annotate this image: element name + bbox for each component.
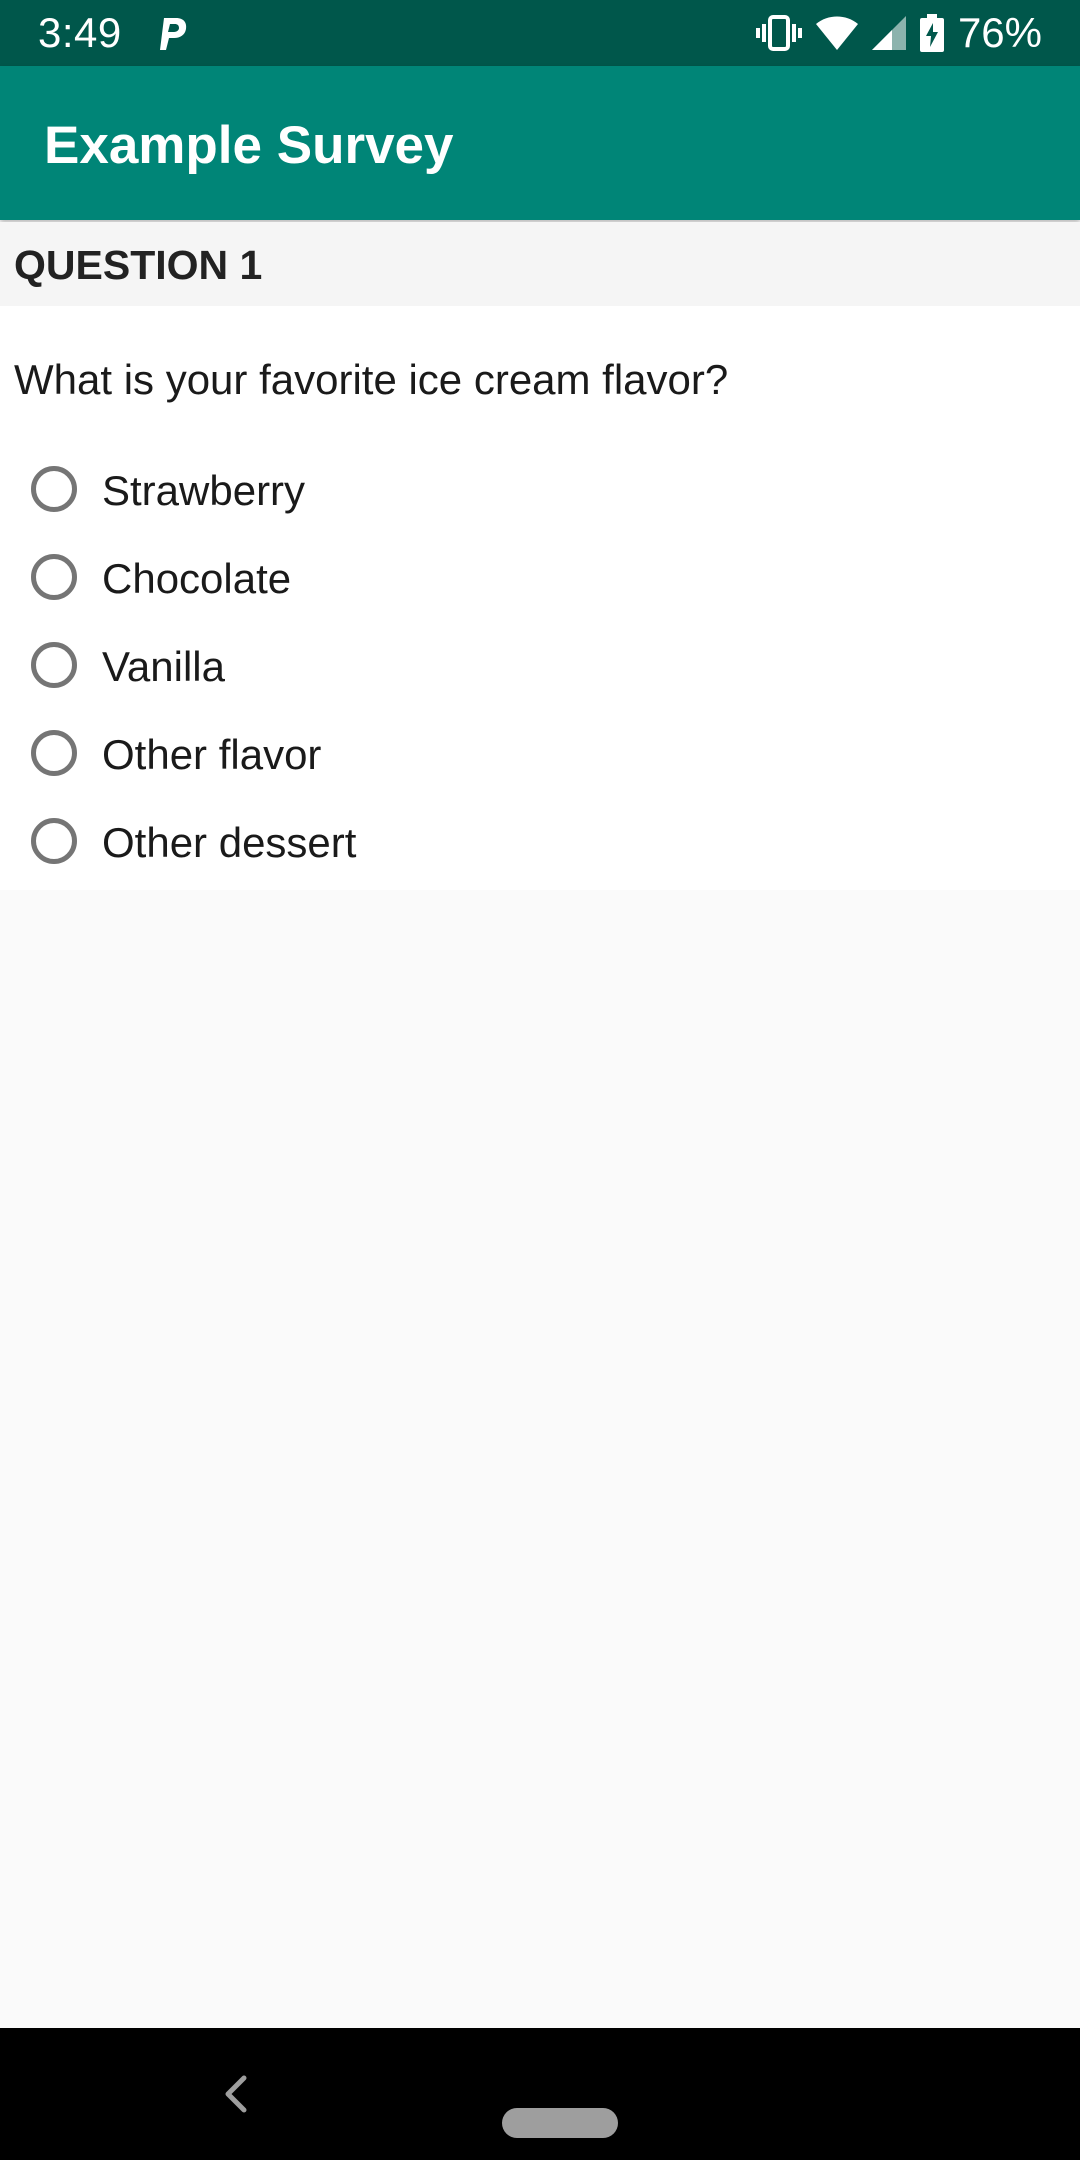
battery-percent: 76% [957, 9, 1042, 56]
signal-icon [871, 16, 906, 50]
radio-button-icon[interactable] [31, 554, 77, 600]
back-icon[interactable] [218, 2072, 254, 2116]
navigation-bar [0, 2028, 1080, 2160]
app-bar: Example Survey [0, 66, 1080, 220]
question-text: What is your favorite ice cream flavor? [14, 356, 729, 403]
radio-group: Strawberry Chocolate Vanilla Other flavo… [0, 448, 1080, 888]
option-label: Other dessert [102, 819, 357, 866]
radio-button-icon[interactable] [31, 466, 77, 512]
wifi-icon [815, 16, 858, 50]
vibrate-icon [755, 15, 802, 51]
question-header: QUESTION 1 [0, 222, 1080, 306]
app-title: Example Survey [44, 116, 454, 175]
status-time: 3:49 [38, 9, 122, 56]
home-pill-icon[interactable] [502, 2108, 618, 2138]
option-label: Strawberry [102, 467, 306, 514]
radio-option-other-dessert[interactable]: Other dessert [0, 800, 1080, 888]
radio-option-strawberry[interactable]: Strawberry [0, 448, 1080, 536]
option-label: Other flavor [102, 731, 322, 778]
radio-button-icon[interactable] [31, 730, 77, 776]
status-icons: 76% [755, 8, 1042, 58]
battery-charging-icon [919, 14, 944, 52]
question-number: QUESTION 1 [14, 242, 263, 288]
radio-button-icon[interactable] [31, 642, 77, 688]
option-label: Vanilla [102, 643, 225, 690]
radio-option-other-flavor[interactable]: Other flavor [0, 712, 1080, 800]
radio-button-icon[interactable] [31, 818, 77, 864]
survey-screen: 3:49 76% Example Survey QUESTION 1 What … [0, 0, 1080, 2160]
radio-option-vanilla[interactable]: Vanilla [0, 624, 1080, 712]
option-label: Chocolate [102, 555, 292, 602]
radio-option-chocolate[interactable]: Chocolate [0, 536, 1080, 624]
status-bar: 3:49 76% [0, 0, 1080, 66]
question-card: What is your favorite ice cream flavor? … [0, 306, 1080, 890]
parking-notification-icon [160, 18, 187, 50]
